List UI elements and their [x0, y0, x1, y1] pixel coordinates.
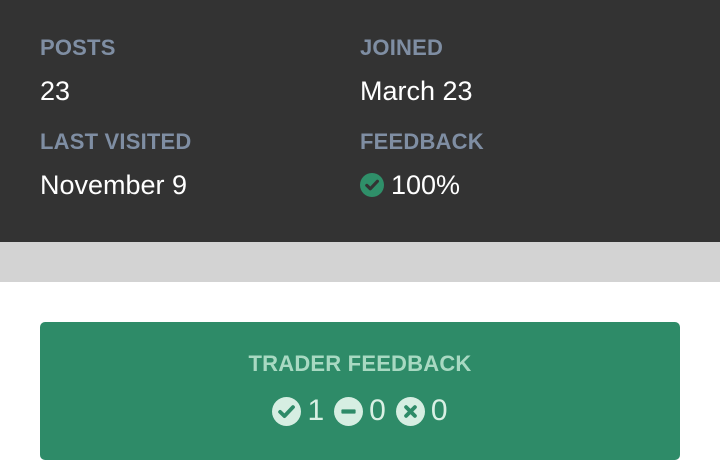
check-circle-icon	[272, 396, 302, 426]
feedback-value-row: 100%	[360, 170, 460, 200]
x-circle-icon	[395, 396, 425, 426]
check-circle-icon	[360, 173, 384, 197]
posts-value: 23	[40, 76, 71, 106]
positive-feedback-count: 1	[272, 394, 334, 428]
minus-circle-icon	[334, 396, 364, 426]
neutral-count: 0	[369, 394, 386, 427]
feedback-label: FEEDBACK	[360, 129, 484, 154]
trader-feedback-card[interactable]: TRADER FEEDBACK 1 0 0	[40, 322, 680, 460]
negative-feedback-count: 0	[395, 394, 448, 428]
positive-count: 1	[307, 394, 325, 427]
neutral-feedback-count: 0	[334, 394, 396, 428]
joined-label: JOINED	[360, 35, 444, 60]
user-stats-panel: POSTS 23 JOINED March 23 LAST VISITED No…	[0, 0, 720, 242]
last-visited-value: November 9	[40, 170, 188, 200]
last-visited-label: LAST VISITED	[40, 129, 192, 154]
trader-feedback-title: TRADER FEEDBACK	[248, 351, 472, 376]
feedback-value: 100%	[391, 170, 461, 200]
posts-label: POSTS	[40, 35, 116, 60]
trader-feedback-counts: 1 0 0	[40, 394, 680, 428]
section-divider-band	[0, 242, 720, 282]
joined-value: March 23	[360, 76, 473, 106]
negative-count: 0	[430, 394, 448, 427]
